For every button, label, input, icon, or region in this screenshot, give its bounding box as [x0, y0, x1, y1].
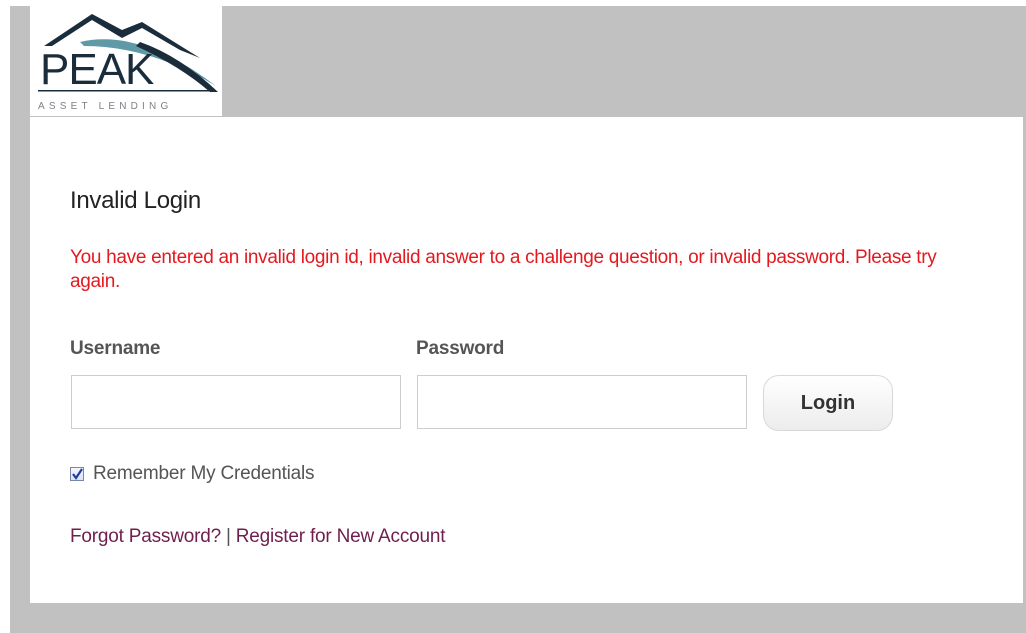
login-panel: Invalid Login You have entered an invali…: [30, 117, 1023, 603]
error-message: You have entered an invalid login id, in…: [70, 247, 937, 292]
page-title: Invalid Login: [70, 187, 201, 214]
register-link[interactable]: Register for New Account: [236, 526, 446, 547]
username-label: Username: [70, 338, 161, 359]
account-links: Forgot Password? | Register for New Accoun…: [70, 526, 446, 548]
logo-tagline: ASSET LENDING: [38, 101, 173, 112]
password-label: Password: [416, 338, 505, 359]
link-separator: |: [225, 526, 231, 547]
company-logo: PEAK ASSET LENDING: [30, 6, 222, 116]
logo-wordmark: PEAK: [40, 45, 154, 94]
page-background: PEAK ASSET LENDING Invalid Login You hav…: [10, 6, 1026, 633]
remember-credentials[interactable]: Remember My Credentials: [70, 463, 315, 485]
checkmark-icon: [72, 468, 83, 480]
remember-label: Remember My Credentials: [93, 463, 315, 484]
username-input[interactable]: [71, 375, 401, 429]
password-input[interactable]: [417, 375, 747, 429]
remember-checkbox[interactable]: [70, 467, 84, 481]
login-button[interactable]: Login: [763, 375, 893, 431]
forgot-password-link[interactable]: Forgot Password?: [70, 526, 221, 547]
